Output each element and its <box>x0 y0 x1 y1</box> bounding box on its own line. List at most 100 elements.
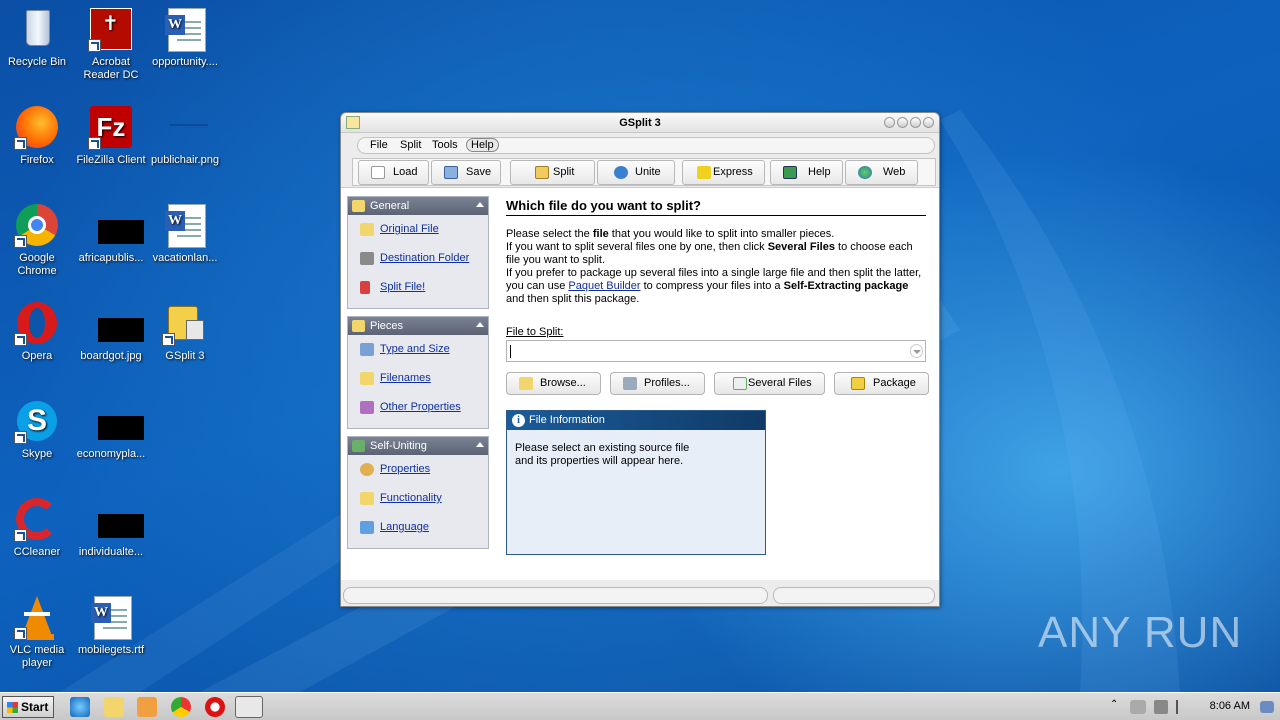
sidebar-item-language[interactable]: Language <box>348 513 488 542</box>
pane-header-general[interactable]: General <box>348 197 488 215</box>
desktop-icon-publichair-png[interactable]: publichair.png <box>148 104 222 167</box>
sidebar-item-type-size[interactable]: Type and Size <box>348 335 488 364</box>
gear-icon <box>360 463 374 476</box>
chevron-up-icon[interactable]: ⌃ <box>1110 699 1122 719</box>
media-player-taskbar-icon[interactable] <box>137 697 157 717</box>
desktop-icon-label: Google Chrome <box>17 252 57 277</box>
flag-icon[interactable] <box>1176 700 1188 714</box>
chrome-icon <box>14 202 60 248</box>
pane-header-pieces[interactable]: Pieces <box>348 317 488 335</box>
desktop-icon-vacationlan[interactable]: Wvacationlan... <box>148 202 222 265</box>
info-icon: i <box>512 414 525 427</box>
sidebar-item-functionality[interactable]: Functionality <box>348 484 488 513</box>
web-button[interactable]: Web <box>845 160 918 185</box>
desktop-icon-label: GSplit 3 <box>165 350 205 362</box>
pane-header-self-uniting[interactable]: Self-Uniting <box>348 437 488 455</box>
ccleaner-icon <box>14 496 60 542</box>
desktop-icon-ccleaner[interactable]: CCleaner <box>0 496 74 559</box>
shortcut-arrow-icon <box>88 137 101 150</box>
desktop-icon-label: vacationlan... <box>152 252 218 264</box>
shortcut-arrow-icon <box>14 627 27 640</box>
load-button[interactable]: Load <box>358 160 429 185</box>
gsplit-taskbar-icon[interactable] <box>235 696 263 718</box>
sidebar-item-other-properties[interactable]: Other Properties <box>348 393 488 422</box>
file-to-split-input[interactable] <box>506 340 926 362</box>
desktop-icon-label: FileZilla Client <box>76 154 146 166</box>
save-icon <box>444 166 458 179</box>
folder-open-icon <box>519 377 533 390</box>
desktop-icon-economypla[interactable]: economypla... <box>74 398 148 461</box>
chrome-taskbar-icon[interactable] <box>171 697 191 717</box>
file-information-text: Please select an existing source file an… <box>515 442 690 467</box>
start-button[interactable]: Start <box>2 696 54 718</box>
ruler-icon <box>360 343 374 356</box>
toolbar: Load Save Split Unite Express Help Web <box>352 158 936 186</box>
profiles-button[interactable]: Profiles... <box>610 372 705 395</box>
desktop-icon-individualte[interactable]: individualte... <box>74 496 148 559</box>
desktop-icon-firefox[interactable]: Firefox <box>0 104 74 167</box>
desktop-icon-google-chrome[interactable]: Google Chrome <box>0 202 74 278</box>
opera-taskbar-icon[interactable] <box>205 697 225 717</box>
desktop-icon-recycle-bin[interactable]: Recycle Bin <box>0 6 74 69</box>
collapse-icon[interactable] <box>476 442 484 447</box>
explorer-taskbar-icon[interactable] <box>104 697 124 717</box>
title-bar[interactable]: GSplit 3 <box>341 113 939 133</box>
menu-tools[interactable]: Tools <box>432 139 458 151</box>
clock: 8:06 AM <box>1209 700 1250 712</box>
shortcut-arrow-icon <box>14 235 27 248</box>
desktop-icon-opportunity[interactable]: Wopportunity.... <box>148 6 222 69</box>
collapse-icon[interactable] <box>476 202 484 207</box>
scissors-icon <box>360 281 370 294</box>
several-files-button[interactable]: Several Files <box>714 372 825 395</box>
split-icon <box>535 166 549 179</box>
maximize-button[interactable] <box>910 117 921 128</box>
skype-icon: S <box>14 398 60 444</box>
volume-icon[interactable] <box>1154 700 1168 714</box>
sidebar-item-properties[interactable]: Properties <box>348 455 488 484</box>
desktop-icon-label: publichair.png <box>151 154 219 166</box>
show-desktop-icon[interactable] <box>1260 701 1274 713</box>
menu-help[interactable]: Help <box>466 138 499 152</box>
close-button[interactable] <box>923 117 934 128</box>
desktop-icon-skype[interactable]: S Skype <box>0 398 74 461</box>
express-button[interactable]: Express <box>682 160 765 185</box>
filenames-icon <box>360 372 374 385</box>
opera-icon <box>14 300 60 346</box>
desktop-icon-africapublis[interactable]: africapublis... <box>74 202 148 265</box>
desktop-icon-mobilegets-rtf[interactable]: Wmobilegets.rtf <box>74 594 148 657</box>
acrobat-icon: ✝ <box>88 6 134 52</box>
desktop-icon-gsplit-3[interactable]: GSplit 3 <box>148 300 222 363</box>
unite-button[interactable]: Unite <box>597 160 675 185</box>
black-file-icon <box>88 496 144 542</box>
desktop-icon-vlc-media-player[interactable]: VLC media player <box>0 594 74 670</box>
save-button[interactable]: Save <box>431 160 501 185</box>
desktop-icon-label: VLC media player <box>9 644 65 669</box>
help-button[interactable]: Help <box>770 160 843 185</box>
desktop-icon-boardgot-jpg[interactable]: boardgot.jpg <box>74 300 148 363</box>
sidebar-item-split-file[interactable]: Split File! <box>348 273 488 302</box>
text-cursor <box>510 345 511 358</box>
split-button[interactable]: Split <box>510 160 595 185</box>
desktop-icon-opera[interactable]: Opera <box>0 300 74 363</box>
collapse-icon[interactable] <box>476 322 484 327</box>
network-icon[interactable] <box>1130 700 1146 714</box>
black-file-icon <box>88 300 144 346</box>
desktop-icon-label: economypla... <box>76 448 146 460</box>
sidebar-item-filenames[interactable]: Filenames <box>348 364 488 393</box>
menu-file[interactable]: File <box>370 139 388 151</box>
minimize-button[interactable] <box>884 117 895 128</box>
desktop-icon-label: CCleaner <box>13 546 61 558</box>
chevron-down-icon[interactable] <box>910 344 923 358</box>
ie-taskbar-icon[interactable] <box>70 697 90 717</box>
desktop-icon-filezilla-client[interactable]: Fz FileZilla Client <box>74 104 148 167</box>
paquet-builder-link[interactable]: Paquet Builder <box>568 280 640 292</box>
package-button[interactable]: Package <box>834 372 929 395</box>
desktop-icon-acrobat-reader-dc[interactable]: ✝ Acrobat Reader DC <box>74 6 148 82</box>
pane-general: General Original File Destination Folder… <box>347 196 489 309</box>
function-icon <box>360 492 374 505</box>
restore-button[interactable] <box>897 117 908 128</box>
browse-button[interactable]: Browse... <box>506 372 601 395</box>
sidebar-item-original-file[interactable]: Original File <box>348 215 488 244</box>
menu-split[interactable]: Split <box>400 139 421 151</box>
sidebar-item-destination-folder[interactable]: Destination Folder <box>348 244 488 273</box>
